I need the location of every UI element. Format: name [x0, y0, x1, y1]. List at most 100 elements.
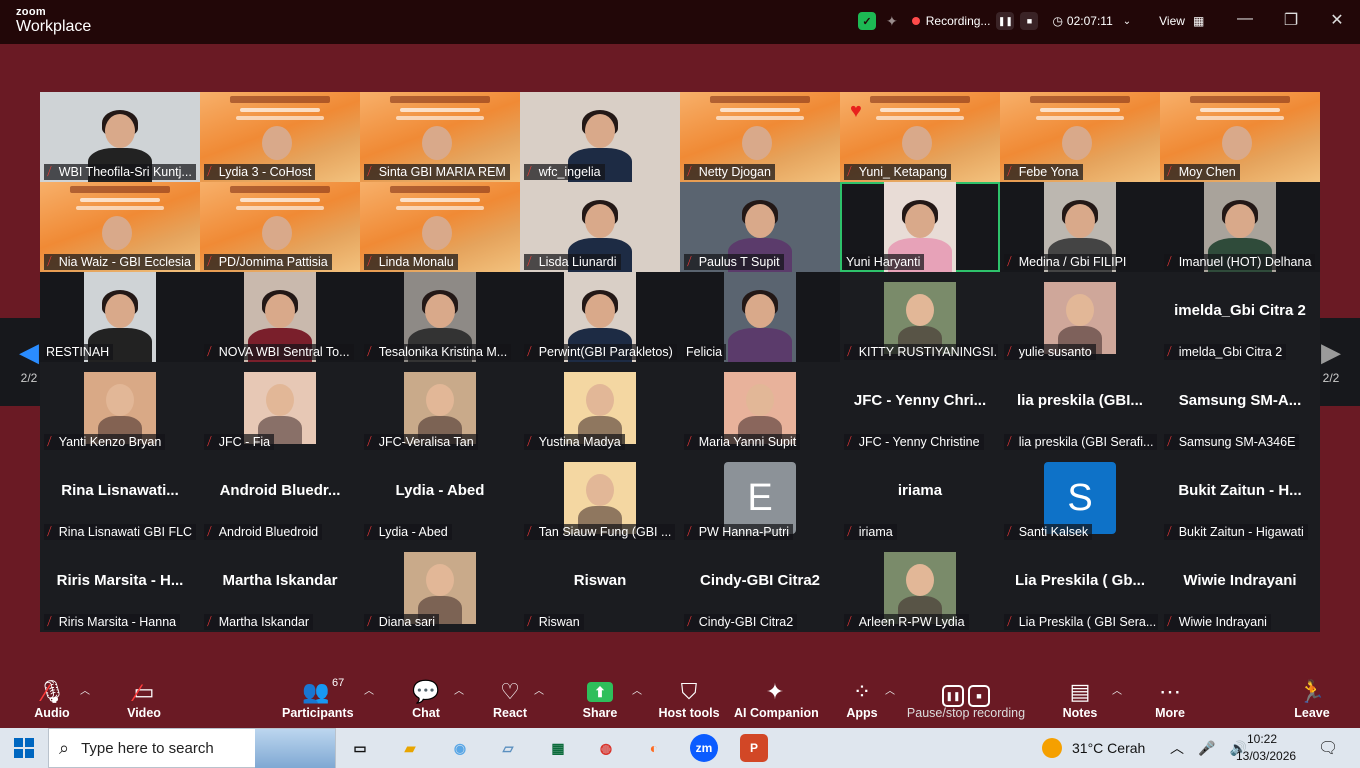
- participant-tile[interactable]: ⟋ Imanuel (HOT) Delhana: [1160, 182, 1320, 272]
- participant-tile[interactable]: E ⟋ PW Hanna-Putri: [680, 452, 840, 542]
- close-button[interactable]: ✕: [1327, 10, 1347, 30]
- notes-button[interactable]: ▤ Notes: [1060, 678, 1100, 720]
- arrow-left-icon: ◀: [19, 337, 39, 367]
- participant-tile[interactable]: Yuni Haryanti: [840, 182, 1000, 272]
- ai-companion-button[interactable]: ✦ AI Companion: [734, 678, 819, 720]
- participants-caret-icon[interactable]: ︿: [364, 682, 374, 697]
- participant-tile[interactable]: ⟋ Arleen R-PW Lydia: [840, 542, 1000, 632]
- react-button[interactable]: ♡ React: [490, 678, 530, 720]
- participant-tile[interactable]: Felicia: [680, 272, 840, 362]
- participant-tile[interactable]: ⟋ Medina / Gbi FILIPI: [1000, 182, 1160, 272]
- weather-widget[interactable]: 31°C Cerah: [1042, 728, 1145, 768]
- react-caret-icon[interactable]: ︿: [534, 682, 544, 697]
- tray-chevron-up-icon[interactable]: ︿: [1170, 738, 1184, 758]
- participant-tile[interactable]: Riswan ⟋ Riswan: [520, 542, 680, 632]
- participant-tile[interactable]: iriama ⟋ iriama: [840, 452, 1000, 542]
- powerpoint-icon[interactable]: P: [740, 734, 768, 762]
- participant-tile[interactable]: Martha Iskandar ⟋ Martha Iskandar: [200, 542, 360, 632]
- participant-tile[interactable]: S ⟋ Santi Kalsek: [1000, 452, 1160, 542]
- notification-icon[interactable]: 🗨: [1318, 728, 1338, 768]
- participant-tile[interactable]: Lia Preskila ( Gb... ⟋ Lia Preskila ( GBI …: [1000, 542, 1160, 632]
- ai-companion-label: AI Companion: [734, 706, 819, 720]
- participant-tile[interactable]: Android Bluedr... ⟋ Android Bluedroid: [200, 452, 360, 542]
- task-view-icon[interactable]: ▭: [346, 734, 374, 762]
- chat-caret-icon[interactable]: ︿: [454, 682, 464, 697]
- share-caret-icon[interactable]: ︿: [632, 682, 642, 697]
- participant-tile[interactable]: ⟋ PD/Jomima Pattisia: [200, 182, 360, 272]
- apps-caret-icon[interactable]: ︿: [885, 682, 895, 697]
- participant-tile[interactable]: ⟋ wfc_ingelia: [520, 92, 680, 182]
- share-button[interactable]: ⬆ Share: [580, 678, 620, 720]
- participant-tile[interactable]: ⟋ yulie susanto: [1000, 272, 1160, 362]
- more-button[interactable]: ⋯ More: [1150, 678, 1190, 720]
- media-app-icon[interactable]: ◉: [446, 734, 474, 762]
- participant-tile[interactable]: ⟋ Yanti Kenzo Bryan: [40, 362, 200, 452]
- participant-tile[interactable]: Rina Lisnawati... ⟋ Rina Lisnawati GBI FLC: [40, 452, 200, 542]
- participant-tile[interactable]: ⟋ Perwint(GBI Parakletos): [520, 272, 680, 362]
- participant-tile[interactable]: ⟋ JFC-Veralisa Tan: [360, 362, 520, 452]
- participant-tile[interactable]: ⟋ Sinta GBI MARIA REM: [360, 92, 520, 182]
- participant-tile[interactable]: lia preskila (GBI... ⟋ lia preskila (GBI S…: [1000, 362, 1160, 452]
- video-button[interactable]: ▭ ⁄ Video: [122, 678, 166, 720]
- chat-button[interactable]: 💬 Chat: [406, 678, 446, 720]
- participant-tile[interactable]: ⟋ Netty Djogan: [680, 92, 840, 182]
- gallery-view: ⟋ WBI Theofila-Sri Kuntj... ⟋ Lydia 3 - CoH…: [40, 92, 1320, 632]
- participant-tile[interactable]: ⟋ Lisda Liunardi: [520, 182, 680, 272]
- participant-tile[interactable]: ⟋ Tesalonika Kristina M...: [360, 272, 520, 362]
- participant-tile[interactable]: ⟋ Tan Siauw Fung (GBI ...: [520, 452, 680, 542]
- meeting-timer[interactable]: ◷ 02:07:11 ⌄: [1052, 14, 1131, 28]
- file-explorer-icon[interactable]: ▰: [396, 734, 424, 762]
- participant-tile[interactable]: ⟋ Paulus T Supit: [680, 182, 840, 272]
- participant-tile[interactable]: ⟋ Febe Yona: [1000, 92, 1160, 182]
- zoom-app-icon[interactable]: zm: [690, 734, 718, 762]
- participant-tile[interactable]: ⟋ WBI Theofila-Sri Kuntj...: [40, 92, 200, 182]
- participant-tile[interactable]: ⟋ KITTY RUSTIYANINGSI...: [840, 272, 1000, 362]
- pause-recording-button[interactable]: ❚❚: [996, 12, 1015, 30]
- leave-button[interactable]: 🏃 Leave: [1292, 678, 1332, 720]
- participant-tile[interactable]: Cindy-GBI Citra2 ⟋ Cindy-GBI Citra2: [680, 542, 840, 632]
- ai-sparkle-icon[interactable]: ✦: [886, 13, 898, 30]
- participant-face: [425, 294, 455, 328]
- microphone-tray-icon[interactable]: 🎤: [1198, 740, 1215, 757]
- participant-tile[interactable]: ⟋ Nia Waiz - GBI Ecclesia: [40, 182, 200, 272]
- participant-tile[interactable]: Samsung SM-A... ⟋ Samsung SM-A346E: [1160, 362, 1320, 452]
- participants-button[interactable]: 👥 67 Participants: [282, 677, 354, 720]
- participant-tile[interactable]: ⟋ Lydia 3 - CoHost: [200, 92, 360, 182]
- audio-options-caret-icon[interactable]: ︿: [80, 682, 90, 697]
- participant-display-name: Riswan: [573, 572, 627, 589]
- calculator-icon[interactable]: ▦: [544, 734, 572, 762]
- stop-recording-button[interactable]: ■: [1020, 12, 1039, 30]
- view-button[interactable]: View ▦: [1159, 14, 1204, 28]
- restore-button[interactable]: ❐: [1281, 10, 1301, 30]
- apps-button[interactable]: ⁘ Apps: [842, 678, 882, 720]
- encryption-shield-icon[interactable]: ✓: [858, 12, 876, 30]
- minimize-button[interactable]: —: [1235, 10, 1255, 28]
- participant-tile[interactable]: ⟋ JFC - Fia: [200, 362, 360, 452]
- notes-app-icon[interactable]: ▱: [494, 734, 522, 762]
- participant-tile[interactable]: ⟋ Diana sari: [360, 542, 520, 632]
- participant-tile[interactable]: Bukit Zaitun - H... ⟋ Bukit Zaitun - Higaw…: [1160, 452, 1320, 542]
- participant-tile[interactable]: imelda_Gbi Citra 2 ⟋ imelda_Gbi Citra 2: [1160, 272, 1320, 362]
- pause-stop-recording-button[interactable]: ❚❚ ■ Pause/stop recording: [906, 678, 1026, 720]
- chrome-icon[interactable]: ◍: [592, 734, 620, 762]
- notes-caret-icon[interactable]: ︿: [1112, 682, 1122, 697]
- participant-tile[interactable]: RESTINAH: [40, 272, 200, 362]
- participant-tile[interactable]: ⟋ Maria Yanni Supit: [680, 362, 840, 452]
- host-tools-button[interactable]: ⛉ Host tools: [656, 678, 722, 720]
- taskbar-clock[interactable]: 10:22 13/03/2026: [1236, 731, 1296, 765]
- participant-name-label: ⟋ Wiwie Indrayani: [1164, 614, 1271, 630]
- firefox-icon[interactable]: ◐: [640, 734, 668, 762]
- participant-name-text: Perwint(GBI Parakletos): [538, 345, 673, 359]
- participant-tile[interactable]: Wiwie Indrayani ⟋ Wiwie Indrayani: [1160, 542, 1320, 632]
- windows-start-icon[interactable]: [14, 738, 34, 758]
- audio-button[interactable]: 🎙 ⁄ Audio: [30, 678, 74, 720]
- participant-tile[interactable]: ⟋ Moy Chen: [1160, 92, 1320, 182]
- participant-tile[interactable]: ♥ ⟋ Yuni_ Ketapang: [840, 92, 1000, 182]
- participant-tile[interactable]: JFC - Yenny Chri... ⟋ JFC - Yenny Christin…: [840, 362, 1000, 452]
- participant-tile[interactable]: ⟋ Linda Monalu: [360, 182, 520, 272]
- participant-tile[interactable]: ⟋ Yustina Madya: [520, 362, 680, 452]
- taskbar-search-box[interactable]: ⌕ Type here to search: [48, 728, 336, 768]
- participant-tile[interactable]: Riris Marsita - H... ⟋ Riris Marsita - Han…: [40, 542, 200, 632]
- participant-tile[interactable]: ⟋ NOVA WBI Sentral To...: [200, 272, 360, 362]
- participant-tile[interactable]: Lydia - Abed ⟋ Lydia - Abed: [360, 452, 520, 542]
